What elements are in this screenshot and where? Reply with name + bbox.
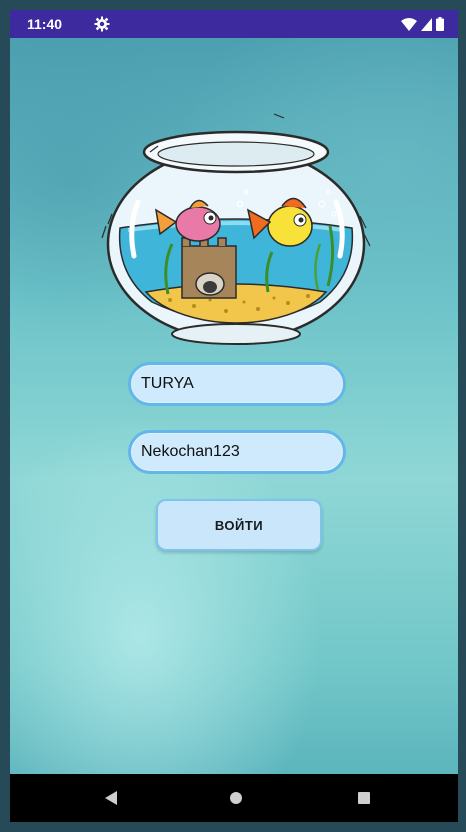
login-button[interactable]: войти (156, 499, 322, 551)
username-value: TURYA (141, 375, 194, 392)
screen: 11:40 TURYA Nekochan123 ВОЙТИ (10, 10, 458, 822)
home-icon[interactable] (230, 792, 242, 804)
password-input[interactable]: Nekochan123 (128, 430, 346, 474)
signal-icon (421, 17, 432, 31)
username-input[interactable]: TURYA (128, 362, 346, 406)
wifi-icon (401, 17, 417, 31)
status-time: 11:40 (27, 16, 63, 32)
navigation-bar (10, 774, 458, 822)
login-button-label: войти (214, 517, 264, 533)
gear-icon (94, 16, 110, 32)
fishbowl-illustration (101, 113, 371, 345)
password-value: Nekochan123 (141, 443, 240, 460)
recents-icon[interactable] (358, 792, 370, 804)
device-frame: 11:40 TURYA Nekochan123 ВОЙТИ (0, 0, 466, 832)
status-bar: 11:40 (10, 10, 458, 38)
back-icon[interactable] (105, 791, 117, 805)
login-screen: TURYA Nekochan123 войти (10, 38, 458, 774)
battery-icon (436, 17, 444, 31)
status-indicators (401, 17, 444, 31)
